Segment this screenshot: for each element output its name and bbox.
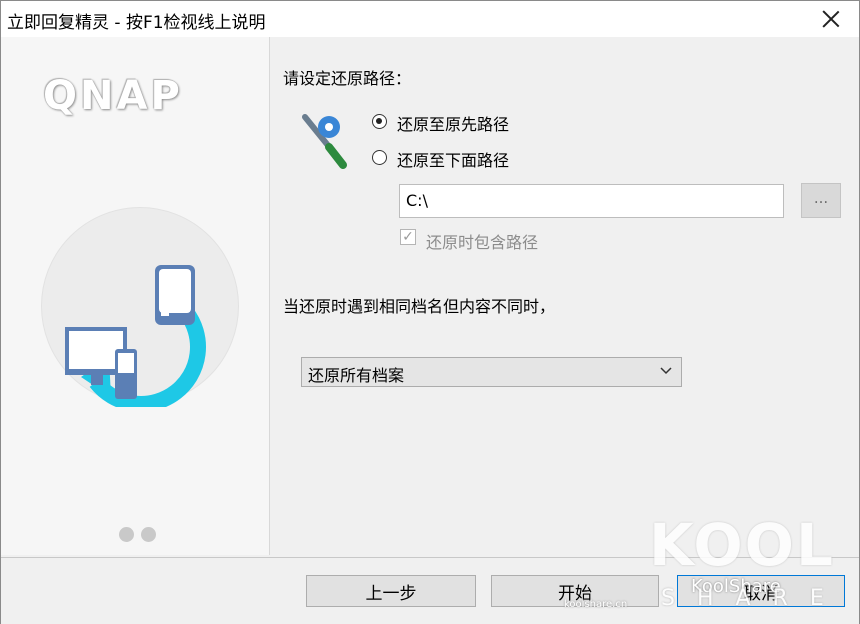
close-icon[interactable]: [817, 5, 845, 33]
sidebar-panel: QNAP: [1, 37, 270, 555]
browse-button[interactable]: ...: [801, 183, 841, 218]
restore-path-heading: 请设定还原路径：: [283, 69, 412, 88]
tools-gear-icon: [302, 114, 347, 169]
title-bar: 立即回复精灵 - 按F1检视线上说明: [1, 1, 859, 37]
carousel-dot[interactable]: [119, 527, 134, 542]
watermark-url: koolshare.cn: [564, 599, 628, 610]
radio-restore-original[interactable]: [372, 114, 387, 129]
include-path-checkbox[interactable]: ✓: [400, 229, 416, 245]
restore-illustration-icon: [65, 265, 206, 407]
restore-path-field[interactable]: C:\: [399, 184, 784, 218]
radio-restore-below-label[interactable]: 还原至下面路径: [397, 147, 509, 171]
conflict-action-select[interactable]: 还原所有档案: [301, 357, 682, 387]
carousel-dot[interactable]: [141, 527, 156, 542]
radio-restore-original-label[interactable]: 还原至原先路径: [397, 111, 509, 135]
include-path-label: 还原时包含路径: [426, 233, 539, 252]
back-button[interactable]: 上一步: [306, 575, 476, 607]
qnap-logo: QNAP: [43, 73, 183, 119]
watermark-kool: KOOL: [649, 511, 835, 579]
chevron-down-icon: [660, 367, 672, 375]
window-title: 立即回复精灵 - 按F1检视线上说明: [7, 13, 266, 33]
conflict-action-value: 还原所有档案: [308, 366, 405, 385]
conflict-question: 当还原时遇到相同档名但内容不同时，: [283, 297, 556, 316]
restore-wizard-window: 立即回复精灵 - 按F1检视线上说明 QNAP 请设定还原路径： 还原至原先路径…: [0, 0, 860, 624]
watermark-share: SHARE: [661, 586, 846, 611]
carousel-dots: [119, 527, 163, 546]
radio-restore-below[interactable]: [372, 150, 387, 165]
